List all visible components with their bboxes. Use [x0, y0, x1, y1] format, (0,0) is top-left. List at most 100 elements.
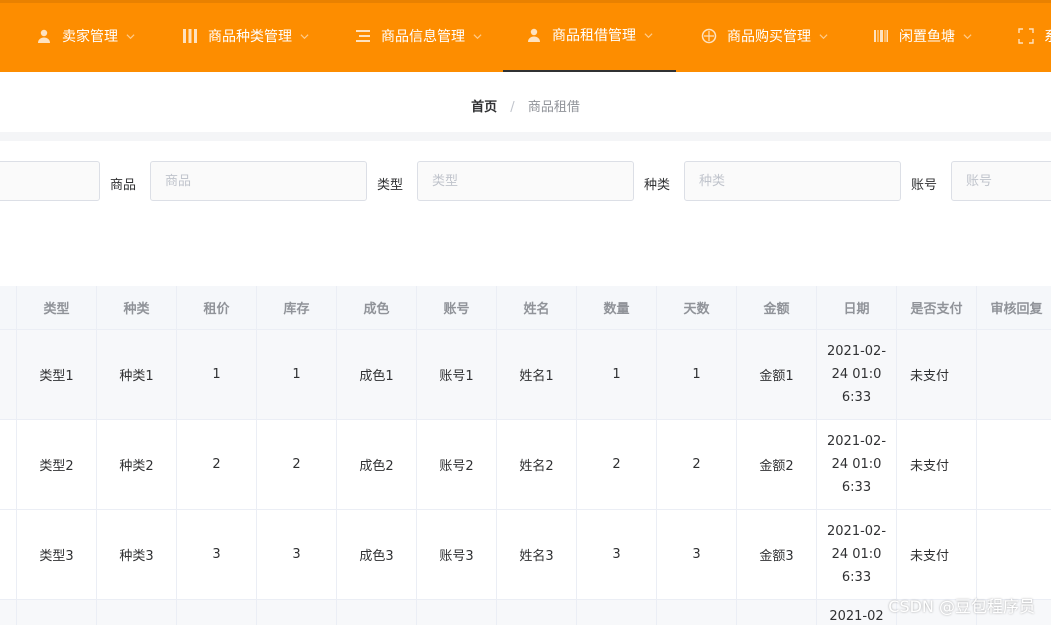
header-cell: 金额: [737, 286, 817, 329]
table-cell: 金额1: [737, 330, 817, 419]
chevron-down-icon: [473, 33, 482, 39]
table-cell: 类型1: [17, 330, 97, 419]
table-cell-truncated: [0, 330, 17, 419]
table-cell: [577, 600, 657, 625]
category-input[interactable]: [684, 161, 901, 201]
header-cell-truncated: [0, 286, 17, 329]
table-cell: 姓名1: [497, 330, 577, 419]
section-divider: [0, 132, 1051, 141]
table-cell: 2: [657, 420, 737, 509]
grid-icon: [182, 28, 198, 44]
table-cell: [97, 600, 177, 625]
date-cell: 2021-02-24 01:06:33: [817, 420, 897, 509]
date-cell: 2021-02-24 01:06:33: [817, 510, 897, 599]
table-row[interactable]: 类型2 种类2 2 2 成色2 账号2 姓名2 2 2 金额2 2021-02-…: [0, 420, 1051, 510]
nav-item-purchase-management[interactable]: 商品购买管理: [701, 0, 828, 72]
table-cell: 金额3: [737, 510, 817, 599]
table-header-row: 类型 种类 租价 库存 成色 账号 姓名 数量 天数 金额 日期 是否支付 审核…: [0, 286, 1051, 330]
table-cell-truncated: [0, 600, 17, 625]
date-cell: 2021-02: [817, 600, 897, 625]
header-cell: 审核回复: [977, 286, 1051, 329]
table-cell: 成色1: [337, 330, 417, 419]
table-cell: [497, 600, 577, 625]
table-cell: 姓名3: [497, 510, 577, 599]
table-cell: [257, 600, 337, 625]
nav-item-category-management[interactable]: 商品种类管理: [182, 0, 309, 72]
payment-status-cell: 未支付: [897, 420, 977, 509]
user-icon: [526, 27, 542, 43]
table-cell: 姓名2: [497, 420, 577, 509]
breadcrumb: 首页 / 商品租借: [0, 96, 1051, 115]
header-cell: 库存: [257, 286, 337, 329]
breadcrumb-bar: 首页 / 商品租借: [0, 72, 1051, 132]
table-cell: 成色2: [337, 420, 417, 509]
table-cell-truncated: [0, 510, 17, 599]
nav-item-seller-management[interactable]: 卖家管理: [36, 0, 135, 72]
table-cell: 种类3: [97, 510, 177, 599]
header-cell: 天数: [657, 286, 737, 329]
review-reply-cell: [977, 420, 1051, 509]
top-nav: 卖家管理 商品种类管理 商品信息管理 商品租借管理 商品购买管理 闲置鱼塘: [0, 0, 1051, 72]
table-cell: 1: [257, 330, 337, 419]
nav-item-goods-info-management[interactable]: 商品信息管理: [355, 0, 482, 72]
barcode-icon: [873, 28, 889, 44]
chevron-down-icon: [963, 33, 972, 39]
table-cell: 3: [257, 510, 337, 599]
chevron-down-icon: [644, 32, 653, 38]
table-cell: [337, 600, 417, 625]
table-cell: 3: [577, 510, 657, 599]
chevron-down-icon: [126, 33, 135, 39]
table-cell: 2: [257, 420, 337, 509]
account-input[interactable]: [951, 161, 1051, 201]
table-cell: 种类2: [97, 420, 177, 509]
table-row[interactable]: 类型1 种类1 1 1 成色1 账号1 姓名1 1 1 金额1 2021-02-…: [0, 330, 1051, 420]
nav-item-label: 闲置鱼塘: [899, 29, 955, 45]
chevron-down-icon: [819, 33, 828, 39]
header-cell: 姓名: [497, 286, 577, 329]
payment-status-cell: 未支付: [897, 330, 977, 419]
compass-icon: [701, 28, 717, 44]
table-cell: 3: [177, 510, 257, 599]
breadcrumb-current: 商品租借: [527, 100, 580, 115]
table-cell: 2: [577, 420, 657, 509]
nav-item-rental-management[interactable]: 商品租借管理: [503, 0, 676, 72]
review-reply-cell: [977, 330, 1051, 419]
search-input-truncated[interactable]: [0, 161, 100, 201]
table-cell: [17, 600, 97, 625]
header-cell: 类型: [17, 286, 97, 329]
account-label: 账号: [911, 178, 938, 193]
header-cell: 成色: [337, 286, 417, 329]
nav-item-label: 商品购买管理: [727, 29, 811, 45]
table-cell: 成色3: [337, 510, 417, 599]
header-cell: 租价: [177, 286, 257, 329]
table-cell: 3: [657, 510, 737, 599]
table-cell: [177, 600, 257, 625]
table-cell: 1: [177, 330, 257, 419]
type-input[interactable]: [417, 161, 634, 201]
table-cell: 2: [177, 420, 257, 509]
header-cell: 数量: [577, 286, 657, 329]
watermark-text: CSDN @豆包程序员: [888, 597, 1035, 616]
nav-item-label: 系: [1044, 26, 1051, 46]
table-cell: 账号3: [417, 510, 497, 599]
header-cell: 账号: [417, 286, 497, 329]
table-cell: [417, 600, 497, 625]
nav-item-label: 商品租借管理: [552, 28, 636, 44]
table-cell: 账号1: [417, 330, 497, 419]
payment-status-cell: 未支付: [897, 510, 977, 599]
nav-item-system[interactable]: 系: [1018, 0, 1051, 72]
fullscreen-icon: [1018, 28, 1034, 44]
table-cell: 1: [657, 330, 737, 419]
nav-item-idle-pond[interactable]: 闲置鱼塘: [873, 0, 972, 72]
user-icon: [36, 28, 52, 44]
review-reply-cell: [977, 510, 1051, 599]
goods-input[interactable]: [150, 161, 367, 201]
breadcrumb-home[interactable]: 首页: [471, 100, 497, 115]
table-cell: 类型3: [17, 510, 97, 599]
nav-item-label: 商品信息管理: [381, 29, 465, 45]
table-cell: 金额2: [737, 420, 817, 509]
type-label: 类型: [377, 178, 404, 193]
table-cell: [737, 600, 817, 625]
list-icon: [355, 28, 371, 44]
table-row[interactable]: 类型3 种类3 3 3 成色3 账号3 姓名3 3 3 金额3 2021-02-…: [0, 510, 1051, 600]
